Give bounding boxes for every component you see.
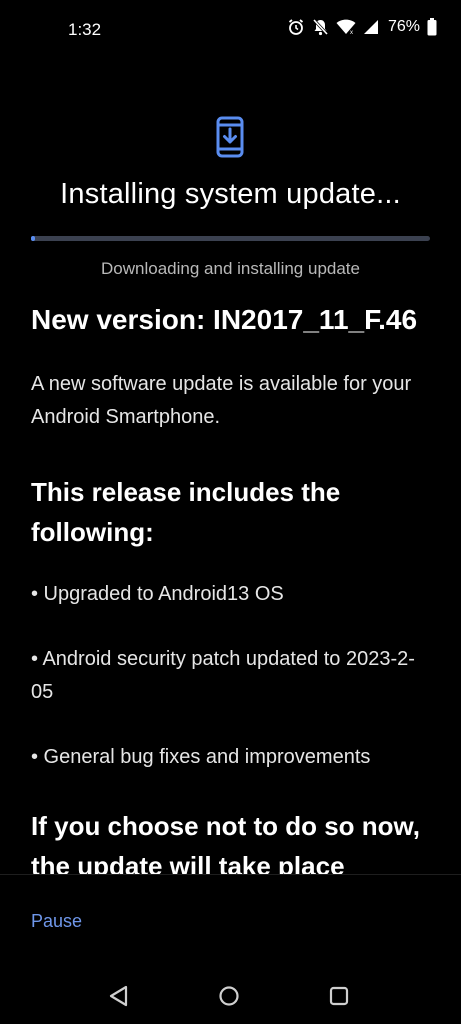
progress-status-text: Downloading and installing update [101, 259, 360, 278]
status-time: 1:32 [68, 20, 102, 39]
back-icon[interactable] [108, 985, 130, 1012]
release-note-item: • General bug fixes and improvements [31, 746, 371, 768]
divider [0, 874, 461, 875]
status-bar: 1:32 x 76% [0, 0, 461, 58]
update-description: A new software update is available for y… [31, 373, 412, 428]
release-note-item: • Android security patch updated to 2023… [31, 648, 415, 703]
svg-text:x: x [350, 30, 353, 35]
release-note-item: • Upgraded to Android13 OS [31, 583, 284, 605]
alarm-icon [287, 18, 305, 36]
status-icons: x 76% [287, 18, 437, 36]
notifications-off-icon [312, 18, 329, 36]
progress-bar [31, 236, 430, 241]
release-notes-scroll[interactable]: New version: IN2017_11_F.46 A new softwa… [0, 290, 461, 874]
signal-icon [363, 19, 379, 35]
includes-heading: This release includes the following: [31, 477, 341, 547]
progress-fill [31, 236, 35, 241]
page-title: Installing system update... [60, 178, 401, 210]
navigation-bar [0, 965, 461, 1024]
deferral-heading: If you choose not to do so now, the upda… [31, 811, 421, 874]
system-update-icon [216, 116, 244, 158]
wifi-icon: x [336, 19, 356, 35]
pause-button[interactable]: Pause [31, 911, 82, 932]
home-icon[interactable] [218, 985, 240, 1012]
recent-apps-icon[interactable] [329, 986, 349, 1011]
battery-icon [427, 18, 437, 36]
battery-percent: 76% [387, 18, 420, 35]
release-notes: New version: IN2017_11_F.46 A new softwa… [31, 300, 431, 874]
version-heading: New version: IN2017_11_F.46 [31, 304, 418, 335]
